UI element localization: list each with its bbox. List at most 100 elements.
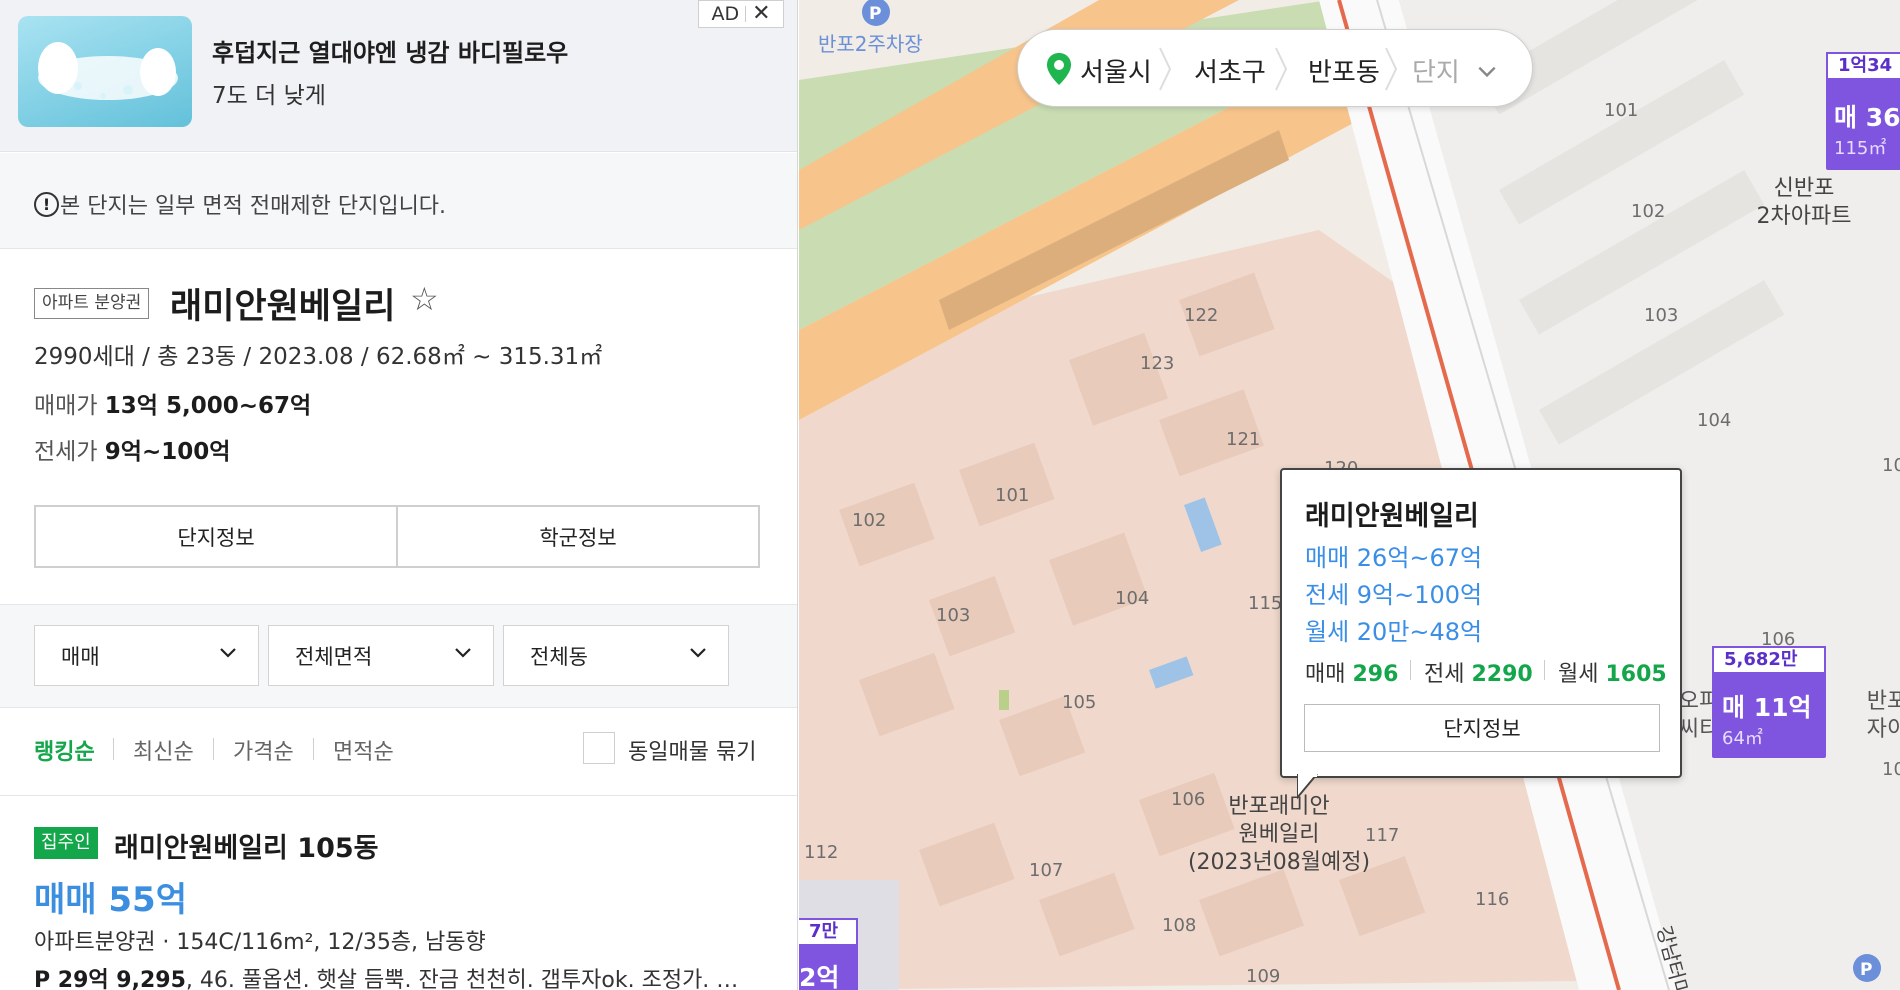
building-label: 122 [1184,305,1219,326]
popup-jeonse-count-value: 2290 [1471,662,1533,687]
trade-type-value: 매매 [61,644,100,669]
marker-main-label: 매 36 [1834,103,1900,132]
jeonse-price-range: 전세가 9억~100억 [34,432,230,466]
marker-sub-label: 115㎡ [1834,138,1887,159]
group-same-listing-label[interactable]: 동일매물 묶기 [628,734,756,766]
popup-monthly-range[interactable]: 월세 20만~48억 [1305,612,1482,647]
jeonse-price-label: 전세가 [34,439,98,465]
building-label: 101 [1604,100,1639,121]
listing-description: 아파트분양권 · 154C/116m², 12/35층, 남동향 [34,930,486,955]
marker-top-label: 1억34 [1826,52,1900,80]
jeonse-price-value: 9억~100억 [104,439,231,465]
ad-subtitle[interactable]: 7도 더 낮게 [212,76,326,110]
price-marker[interactable]: 7만 2억 [799,918,858,990]
breadcrumb-separator [1159,47,1172,91]
location-pin-icon [1047,53,1071,85]
building-label: 109 [1246,966,1281,987]
popup-monthly-count-label: 월세 [1558,662,1599,687]
popup-divider [1410,660,1411,680]
building-label: 10 [1882,759,1900,780]
breadcrumb-district[interactable]: 서초구 [1194,52,1266,89]
popup-monthly-count[interactable]: 월세 1605 [1558,656,1667,688]
breadcrumb-separator [1275,47,1288,91]
popup-sale-count-label: 매매 [1305,662,1346,687]
close-icon[interactable]: ✕ [752,3,770,25]
info-icon: ! [34,192,59,217]
marker-main-label: 2억 [799,963,840,990]
price-marker[interactable]: 1억34 매 36 115㎡ [1826,52,1900,170]
complex-title: 래미안원베일리 [170,287,396,327]
listing-title[interactable]: 래미안원베일리 105동 [114,826,378,865]
ad-title[interactable]: 후덥지근 열대야엔 냉감 바디필로우 [212,33,568,68]
breadcrumb-separator [1385,47,1398,91]
popup-complex-info-button[interactable]: 단지정보 [1304,704,1660,752]
app-root: 후덥지근 열대야엔 냉감 바디필로우 7도 더 낮게 AD ✕ ! 본 단지는 … [0,0,1900,990]
building-label: 102 [852,510,887,531]
popup-sale-count[interactable]: 매매 296 [1305,656,1398,688]
building-label: 121 [1226,429,1261,450]
building-label: 103 [936,605,971,626]
sale-price-value: 13억 5,000~67억 [104,393,312,419]
property-type-badge: 아파트 분양권 [34,288,150,319]
sort-latest[interactable]: 최신순 [133,734,194,766]
right-edge-label[interactable]: 반포 자이 [1857,688,1900,744]
popup-jeonse-count[interactable]: 전세 2290 [1424,656,1533,688]
marker-top-label: 5,682만 [1712,646,1826,674]
divider [0,795,797,796]
sort-divider [313,738,314,760]
building-label: 115 [1248,593,1283,614]
chevron-down-icon [220,648,236,658]
ad-banner[interactable]: 후덥지근 열대야엔 냉감 바디필로우 7도 더 낮게 AD ✕ [0,0,797,152]
price-marker[interactable]: 5,682만 매 11억 64㎡ [1712,646,1826,758]
building-label: 105 [1062,692,1097,713]
notice-text: 본 단지는 일부 면적 전매제한 단지입니다. [60,194,447,219]
left-panel: 후덥지근 열대야엔 냉감 바디필로우 7도 더 낮게 AD ✕ ! 본 단지는 … [0,0,798,990]
building-label: 104 [1697,410,1732,431]
building-label: 103 [1644,305,1679,326]
listing-price[interactable]: 매매 55억 [34,872,187,921]
marker-main-label: 매 11억 [1722,693,1812,722]
school-info-button[interactable]: 학군정보 [396,507,758,566]
building-label: 101 [995,485,1030,506]
building-label: 123 [1140,353,1175,374]
sort-price[interactable]: 가격순 [233,734,294,766]
listing-premium: P 29억 9,295 [34,968,186,990]
sort-divider [213,738,214,760]
breadcrumb-complex[interactable]: 단지 [1412,52,1460,89]
pillow-product-image[interactable] [18,16,192,127]
sort-area[interactable]: 면적순 [333,734,394,766]
sort-ranking[interactable]: 랭킹순 [34,734,95,766]
building-label: 108 [1162,915,1197,936]
complex-summary: 2990세대 / 총 23동 / 2023.08 / 62.68㎡ ~ 315.… [34,344,603,370]
owner-badge: 집주인 [34,827,98,859]
building-label: 107 [1029,860,1064,881]
complex-map-label[interactable]: 반포래미안 원베일리 (2023년08월예정) [1179,793,1379,877]
map-view[interactable]: P P 반포2주차장 122 123 121 120 101 102 104 1… [799,0,1900,990]
popup-jeonse-count-label: 전세 [1424,662,1465,687]
area-select[interactable]: 전체면적 [268,625,494,686]
ad-label: AD [711,3,740,25]
group-same-listing-checkbox[interactable] [583,732,615,764]
building-label: 102 [1631,201,1666,222]
shinbanpo-label[interactable]: 신반포 2차아파트 [1749,175,1859,231]
breadcrumb-dong[interactable]: 반포동 [1308,52,1380,89]
marker-sub-label: 64㎡ [1722,728,1763,749]
complex-info-button[interactable]: 단지정보 [36,507,396,566]
breadcrumb-city[interactable]: 서울시 [1080,52,1152,89]
parking-label: 반포2주차장 [818,32,923,56]
dong-select[interactable]: 전체동 [503,625,729,686]
popup-monthly-count-value: 1605 [1605,662,1667,687]
trade-type-select[interactable]: 매매 [34,625,259,686]
popup-jeonse-range[interactable]: 전세 9억~100억 [1305,575,1482,610]
listing-memo-text: , 46. 풀옵션. 햇살 듬뿍. 잔금 천천히. 갭투자ok. 조정가. … [185,968,739,990]
popup-title: 래미안원베일리 [1305,501,1479,532]
popup-sale-range[interactable]: 매매 26억~67억 [1305,538,1482,573]
building-label: 104 [1115,588,1150,609]
popup-pointer [1297,774,1318,800]
svg-text:P: P [869,4,881,24]
building-label: 116 [1475,889,1510,910]
listing-memo: P 29억 9,295, 46. 풀옵션. 햇살 듬뿍. 잔금 천천히. 갭투자… [34,962,774,990]
chevron-down-icon[interactable] [1476,60,1498,82]
chevron-down-icon [690,648,706,658]
star-icon[interactable]: ☆ [410,280,439,318]
